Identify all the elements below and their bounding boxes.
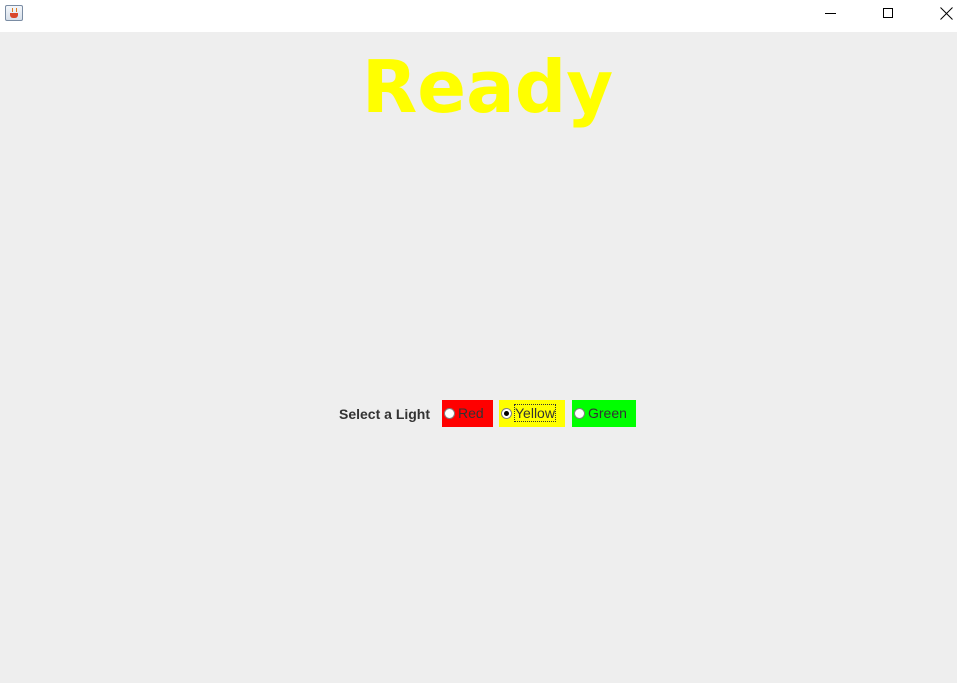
radio-button-checked-icon[interactable] (501, 408, 512, 419)
maximize-button[interactable] (865, 0, 911, 30)
radio-green-label[interactable]: Green (588, 405, 627, 421)
close-icon (940, 7, 953, 20)
close-button[interactable] (923, 0, 957, 30)
status-title: Ready (361, 45, 614, 129)
maximize-icon (883, 8, 893, 18)
radio-button-unchecked-icon[interactable] (574, 408, 585, 419)
radio-green[interactable]: Green (572, 400, 636, 427)
radio-yellow[interactable]: Yellow (499, 400, 565, 427)
radio-yellow-label[interactable]: Yellow (514, 404, 556, 422)
title-bar (0, 0, 957, 32)
radio-red-label[interactable]: Red (458, 405, 484, 421)
minimize-icon (825, 13, 836, 14)
radio-red[interactable]: Red (442, 400, 493, 427)
radio-button-unchecked-icon[interactable] (444, 408, 455, 419)
java-coffee-cup-icon[interactable] (5, 5, 23, 21)
minimize-button[interactable] (807, 0, 853, 30)
main-panel: Ready Select a Light Red Yellow Green (0, 32, 957, 683)
select-light-label: Select a Light (339, 406, 431, 422)
